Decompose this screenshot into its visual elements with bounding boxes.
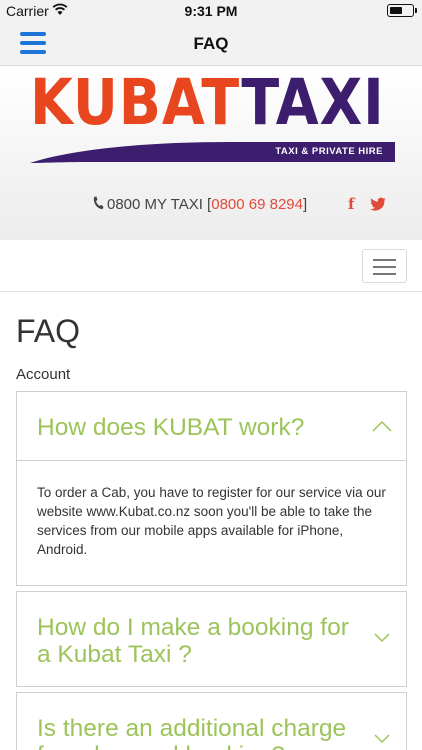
navigation-bar: FAQ (0, 22, 422, 66)
faq-item: Is there an additional charge for advanc… (16, 692, 407, 750)
phone-label: 0800 MY TAXI [ (107, 196, 212, 213)
chevron-down-icon[interactable] (372, 632, 392, 644)
menu-toggle-icon[interactable] (362, 249, 407, 283)
logo-tagline: TAXI & PRIVATE HIRE (275, 146, 383, 157)
phone-icon (93, 196, 104, 210)
phone-suffix: ] (303, 196, 308, 213)
facebook-icon[interactable]: f (348, 195, 354, 213)
faq-item: How do I make a booking for a Kubat Taxi… (16, 591, 407, 687)
section-label: Account (16, 366, 71, 383)
contact-phone[interactable]: 0800 MY TAXI [0800 69 8294] (92, 196, 307, 213)
logo-wordmark: KUBATTAXI (30, 66, 385, 139)
faq-question[interactable]: How does KUBAT work? (17, 392, 406, 441)
clock: 9:31 PM (184, 3, 238, 19)
chevron-up-icon[interactable] (372, 420, 392, 432)
battery-icon (387, 4, 417, 17)
status-bar: Carrier 9:31 PM (0, 0, 422, 22)
phone-number[interactable]: 0800 69 8294 (211, 196, 303, 213)
kubat-taxi-logo[interactable]: KUBATTAXI TAXI & PRIVATE HIRE (30, 70, 395, 164)
twitter-icon[interactable] (370, 197, 386, 211)
site-menu-row (0, 240, 422, 292)
faq-item: How does KUBAT work? To order a Cab, you… (16, 391, 407, 586)
faq-answer: To order a Cab, you have to register for… (17, 460, 406, 586)
page-title: FAQ (16, 313, 81, 349)
nav-title: FAQ (193, 34, 229, 53)
site-header: KUBATTAXI TAXI & PRIVATE HIRE 0800 MY TA… (0, 66, 422, 240)
faq-question[interactable]: How do I make a booking for a Kubat Taxi… (17, 592, 406, 668)
faq-question[interactable]: Is there an additional charge for advanc… (17, 693, 406, 750)
chevron-down-icon[interactable] (372, 733, 392, 745)
battery-level (389, 6, 403, 14)
